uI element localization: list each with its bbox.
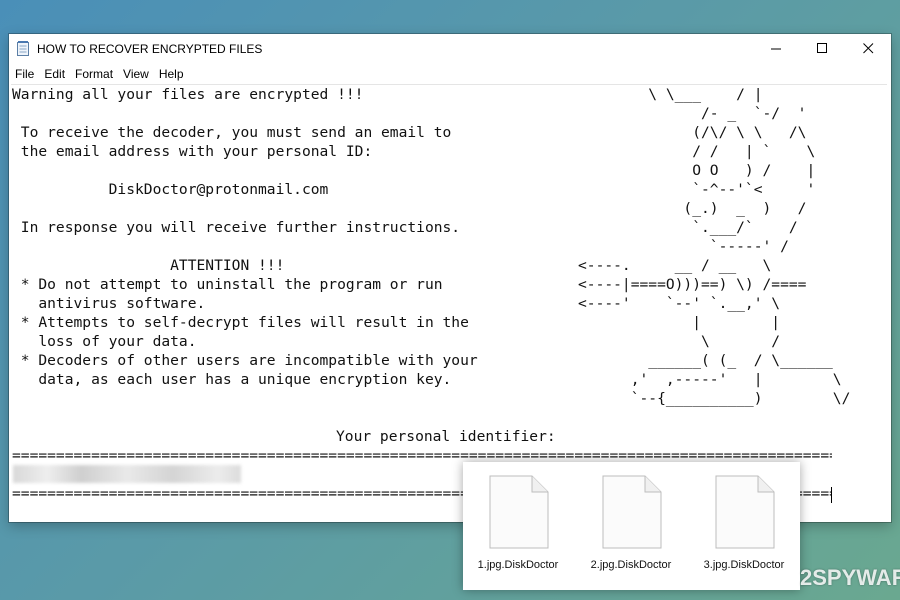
text-cursor (831, 487, 832, 503)
file-name: 3.jpg.DiskDoctor (703, 559, 785, 571)
blank-file-icon (489, 475, 549, 549)
menu-edit[interactable]: Edit (44, 67, 65, 81)
close-button[interactable] (845, 34, 891, 63)
file-item[interactable]: 1.jpg.DiskDoctor (463, 474, 573, 571)
watermark-main: 2SPYWAR (800, 565, 900, 590)
menu-file[interactable]: File (15, 67, 34, 81)
text-editor[interactable]: Warning all your files are encrypted !!!… (11, 84, 887, 521)
close-icon (862, 43, 873, 54)
window-title: HOW TO RECOVER ENCRYPTED FILES (37, 41, 263, 56)
menu-bar: File Edit Format View Help (9, 64, 188, 84)
notepad-icon (17, 41, 30, 56)
menu-help[interactable]: Help (159, 67, 184, 81)
minimize-icon (770, 48, 781, 50)
file-name: 2.jpg.DiskDoctor (590, 559, 672, 571)
window-controls (753, 34, 891, 63)
menu-format[interactable]: Format (75, 67, 113, 81)
maximize-button[interactable] (799, 34, 845, 63)
ascii-art: \ \___ / | /- _ `-/ ' (/\/ \ \ /\ / / | … (578, 86, 851, 407)
file-item[interactable]: 3.jpg.DiskDoctor (689, 474, 799, 571)
file-item[interactable]: 2.jpg.DiskDoctor (576, 474, 686, 571)
identifier-label: Your personal identifier: (336, 428, 556, 445)
minimize-button[interactable] (753, 34, 799, 63)
maximize-icon (816, 43, 827, 53)
watermark-logo: 2SPYWARE (800, 565, 900, 591)
encrypted-files-panel: 1.jpg.DiskDoctor 2.jpg.DiskDoctor 3.jpg.… (463, 462, 800, 590)
blank-file-icon (715, 475, 775, 549)
ransom-note-text: Warning all your files are encrypted !!!… (12, 86, 478, 388)
menu-view[interactable]: View (123, 67, 149, 81)
title-bar: HOW TO RECOVER ENCRYPTED FILES (9, 34, 891, 63)
notepad-window: HOW TO RECOVER ENCRYPTED FILES File Edit… (9, 34, 891, 522)
blank-file-icon (602, 475, 662, 549)
file-name: 1.jpg.DiskDoctor (477, 559, 559, 571)
personal-id-redacted (13, 465, 241, 483)
